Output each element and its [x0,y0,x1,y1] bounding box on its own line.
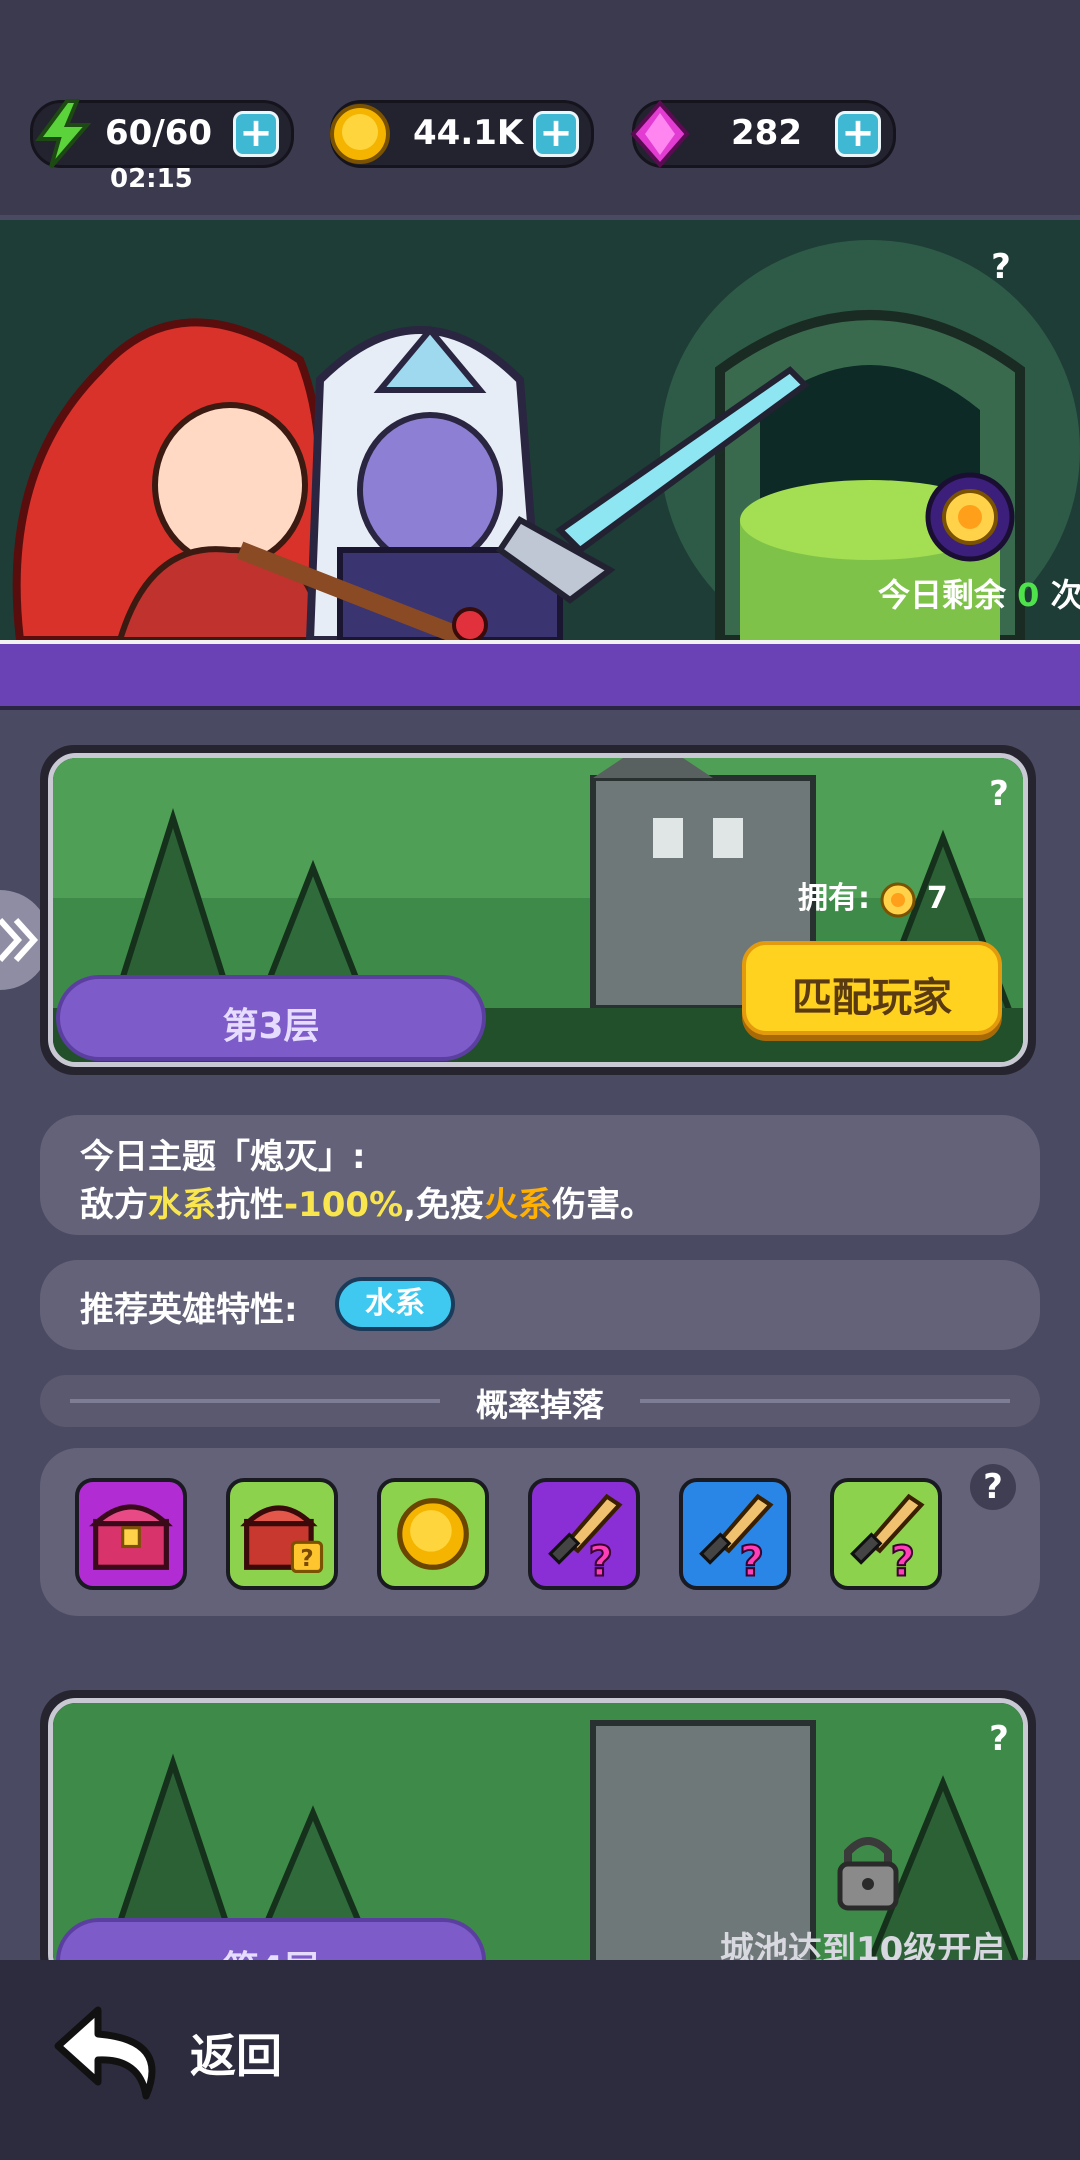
match-players-button[interactable]: 匹配玩家 [742,941,1002,1035]
floor-label: 第3层 [222,1006,320,1047]
medal-emblem-icon [925,472,1015,562]
drops-help-button[interactable]: ? [970,1464,1016,1510]
event-banner: ? 今日剩余 0 次 [0,220,1080,640]
stage-help-button[interactable]: ? [976,771,1022,817]
purple-weapon-icon[interactable]: ? [528,1478,640,1590]
owned-count: 7 [926,881,948,916]
floor-label-pill: 第3层 [56,975,486,1061]
owned-tickets: 拥有: 7 [798,873,948,918]
drops-title: 概率掉落 [475,1386,604,1424]
svg-text:?: ? [589,1537,613,1586]
gem-icon [630,99,690,169]
svg-text:?: ? [891,1537,915,1586]
theme-water: 水系 [148,1185,216,1225]
remaining-prefix: 今日剩余 [878,576,1007,614]
gold-coin-icon[interactable] [377,1478,489,1590]
theme-text-e: ,免疫 [403,1185,485,1225]
theme-text-c: 抗性 [216,1185,284,1225]
energy-value: 60/60 [105,113,213,153]
gold-resource: 44.1K + [330,100,594,168]
daily-theme-panel: 今日主题「熄灭」: 敌方水系抗性-100%,免疫火系伤害。 [40,1115,1040,1235]
remaining-count: 0 [1017,576,1040,614]
theme-description: 敌方水系抗性-100%,免疫火系伤害。 [80,1177,654,1226]
owned-label: 拥有: [798,881,870,916]
stage2-help-button[interactable]: ? [976,1716,1022,1762]
gold-value: 44.1K [413,113,524,153]
add-gem-button[interactable]: + [835,111,881,157]
gem-value: 282 [731,113,802,153]
back-button[interactable]: 返回 [190,2020,282,2086]
add-energy-button[interactable]: + [233,111,279,157]
coin-icon [330,104,390,164]
stage-card-floor-4: ? 城池达到10级开启 第4层 [40,1690,1036,2004]
theme-fire: 火系 [484,1185,553,1225]
back-arrow-icon[interactable] [50,2000,170,2110]
lock-icon [837,1837,899,1911]
blue-weapon-icon[interactable]: ? [679,1478,791,1590]
bottom-bar: 返回 [0,1960,1080,2160]
banner-divider [0,640,1080,710]
purple-chest-icon[interactable] [75,1478,187,1590]
remaining-attempts: 今日剩余 0 次 [878,570,1080,616]
svg-text:?: ? [300,1546,313,1572]
gem-resource: 282 + [630,99,896,169]
lightning-icon [35,99,92,169]
banner-help-button[interactable]: ? [978,244,1024,290]
drops-header: 概率掉落 [40,1375,1040,1427]
green-weapon-icon[interactable]: ? [830,1478,942,1590]
energy-timer: 02:15 [110,164,193,194]
recommended-trait-panel: 推荐英雄特性: 水系 [40,1260,1040,1350]
remaining-suffix: 次 [1050,576,1080,614]
stage-card-floor-3: ? 拥有: 7 第3层 匹配玩家 [40,745,1036,1075]
add-gold-button[interactable]: + [533,111,579,157]
match-players-label: 匹配玩家 [792,975,952,1021]
theme-text-a: 敌方 [80,1185,148,1225]
svg-text:?: ? [740,1537,764,1586]
theme-title: 今日主题「熄灭」: [80,1137,366,1177]
energy-resource: 60/60 + [30,99,294,169]
theme-percent: -100% [284,1185,404,1225]
red-chest-icon[interactable]: ? [226,1478,338,1590]
theme-text-g: 伤害。 [552,1185,655,1225]
water-trait-tag: 水系 [335,1277,455,1331]
medal-ticket-icon [880,882,916,917]
recommend-label: 推荐英雄特性: [80,1290,298,1330]
